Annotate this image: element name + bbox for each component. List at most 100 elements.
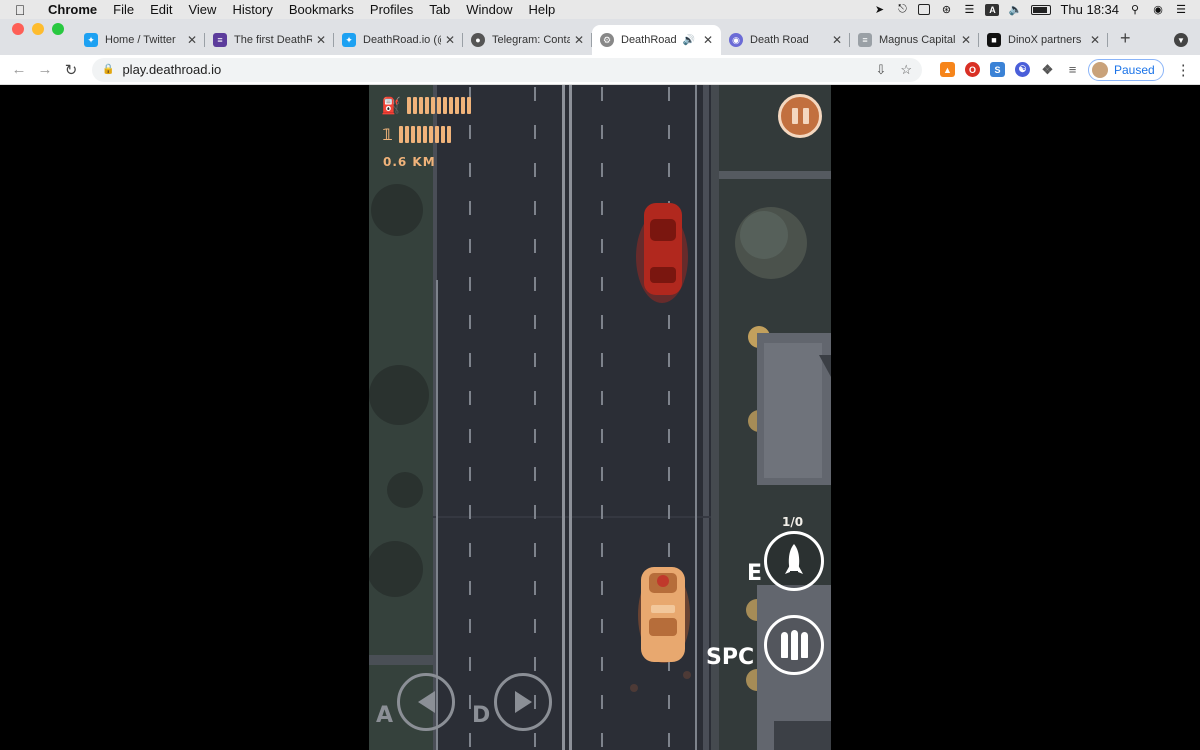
bar-segment [442,97,447,114]
tab-strip: ✦ Home / Twitter ✕ ≡ The first DeathR ✕ … [0,19,1200,55]
lane-dash [668,125,670,139]
lane-dash [601,657,603,671]
zoom-window-button[interactable] [52,23,64,35]
volume-icon[interactable]: 🔈 [1008,4,1023,16]
battery-icon[interactable] [1031,4,1052,15]
tab-search-icon[interactable]: ▼ [1174,33,1188,47]
reading-list-icon[interactable]: ≡ [1065,62,1080,77]
bar-segment [447,126,452,143]
lock-icon[interactable]: 🔒 [102,64,114,75]
menu-help[interactable]: Help [521,2,564,17]
fire-button[interactable] [764,615,824,675]
menu-history[interactable]: History [224,2,280,17]
bluetooth-icon[interactable]: ⊛ [939,4,953,16]
opera-adblock-icon[interactable]: O [965,62,980,77]
lane-dash [534,619,536,633]
extensions-puzzle-icon[interactable]: ❖ [1040,62,1055,77]
steer-right-button[interactable] [494,673,552,731]
menu-bookmarks[interactable]: Bookmarks [281,2,362,17]
tab-title: Magnus Capital [879,34,956,46]
menu-file[interactable]: File [105,2,142,17]
close-tab-icon[interactable]: ✕ [703,33,713,47]
fire-key-label: SPC [706,645,755,670]
wifi-icon[interactable]: ☰ [962,4,976,16]
close-tab-icon[interactable]: ✕ [574,33,584,47]
siri-icon[interactable]: ◉ [1151,4,1165,16]
forward-arrow-icon[interactable]: → [32,61,58,78]
lane-dash [668,695,670,709]
extension-s-icon[interactable]: S [990,62,1005,77]
menu-clock[interactable]: Thu 18:34 [1060,2,1119,17]
tab-magnus-capital[interactable]: ≡ Magnus Capital ✕ [850,25,979,55]
metamask-icon[interactable]: ▲ [940,62,955,77]
apple-menu-icon[interactable]:  [0,2,40,18]
steer-right-key-label: D [472,703,491,728]
more-menu-icon[interactable]: ⋮ [1176,61,1191,79]
lane-dash [601,353,603,367]
control-center-icon[interactable]: ☰ [1174,4,1188,16]
close-tab-icon[interactable]: ✕ [187,33,197,47]
lane-dash [469,315,471,329]
side-street [719,171,831,179]
keyboard-input-icon[interactable]: A [985,3,1000,16]
bar-segment [430,97,435,114]
extension-swirl-icon[interactable]: ☯ [1015,62,1030,77]
tab-death-road[interactable]: ◉ Death Road ✕ [721,25,850,55]
close-tab-icon[interactable]: ✕ [832,33,842,47]
close-window-button[interactable] [12,23,24,35]
url-text[interactable]: play.deathroad.io [122,62,221,77]
menu-edit[interactable]: Edit [142,2,180,17]
address-bar[interactable]: 🔒 play.deathroad.io ⇩ ☆ [92,57,922,82]
lane-dash [469,429,471,443]
screen-icon[interactable] [918,4,931,15]
lane-dash [534,505,536,519]
close-tab-icon[interactable]: ✕ [961,33,971,47]
tab-title: Home / Twitter [105,34,176,46]
bookmark-star-icon[interactable]: ☆ [900,62,912,78]
menu-view[interactable]: View [180,2,224,17]
minimize-window-button[interactable] [32,23,44,35]
bar-segment [429,126,434,143]
lane-dash [469,391,471,405]
tab-deathroad-game[interactable]: ⚙ DeathRoad 🔊 ✕ [592,25,721,55]
lane-dash [469,581,471,595]
menu-tab[interactable]: Tab [421,2,458,17]
reload-icon[interactable]: ↻ [58,61,84,79]
close-tab-icon[interactable]: ✕ [445,33,455,47]
tab-telegram[interactable]: ● Telegram: Conta ✕ [463,25,592,55]
game-canvas[interactable]: ⛽ 𝟙 0.6 KM 1/0 E SPC A D [369,85,831,750]
lane-dash [668,505,670,519]
lane-dash [601,543,603,557]
tab-dinox-partners[interactable]: ■ DinoX partners ✕ [979,25,1108,55]
extensions-area: ▲ O S ☯ ❖ ≡ [940,62,1080,77]
steer-left-button[interactable] [397,673,455,731]
globe-icon: ● [471,33,485,47]
macos-menu-bar:  Chrome File Edit View History Bookmark… [0,0,1200,19]
navigation-arrow-icon[interactable]: ➤ [872,4,886,16]
tab-audio-icon[interactable]: 🔊 [682,35,694,46]
back-arrow-icon[interactable]: ← [6,61,32,78]
lane-dash [469,163,471,177]
gear-icon: ⚙ [600,33,614,47]
wrench-icon: 𝟙 [382,125,394,144]
bar-segment [418,97,423,114]
new-tab-button[interactable]: + [1108,28,1143,55]
close-tab-icon[interactable]: ✕ [1090,33,1100,47]
lane-dash [534,201,536,215]
lane-dash [668,353,670,367]
tab-first-deathroad[interactable]: ≡ The first DeathR ✕ [205,25,334,55]
install-app-icon[interactable]: ⇩ [875,62,886,78]
lane-dash [601,277,603,291]
spotlight-search-icon[interactable]: ⚲ [1128,4,1142,16]
pause-button[interactable] [778,94,822,138]
tab-home-twitter[interactable]: ✦ Home / Twitter ✕ [76,25,205,55]
tab-deathroad-twitter[interactable]: ✦ DeathRoad.io (@ ✕ [334,25,463,55]
profile-button[interactable]: Paused [1088,58,1164,81]
menu-profiles[interactable]: Profiles [362,2,421,17]
rocket-button[interactable] [764,531,824,591]
menu-app-name[interactable]: Chrome [40,2,105,17]
lane-dash [601,163,603,177]
close-tab-icon[interactable]: ✕ [316,33,326,47]
headphones-icon[interactable]: ⎋ [895,3,909,16]
menu-window[interactable]: Window [458,2,520,17]
